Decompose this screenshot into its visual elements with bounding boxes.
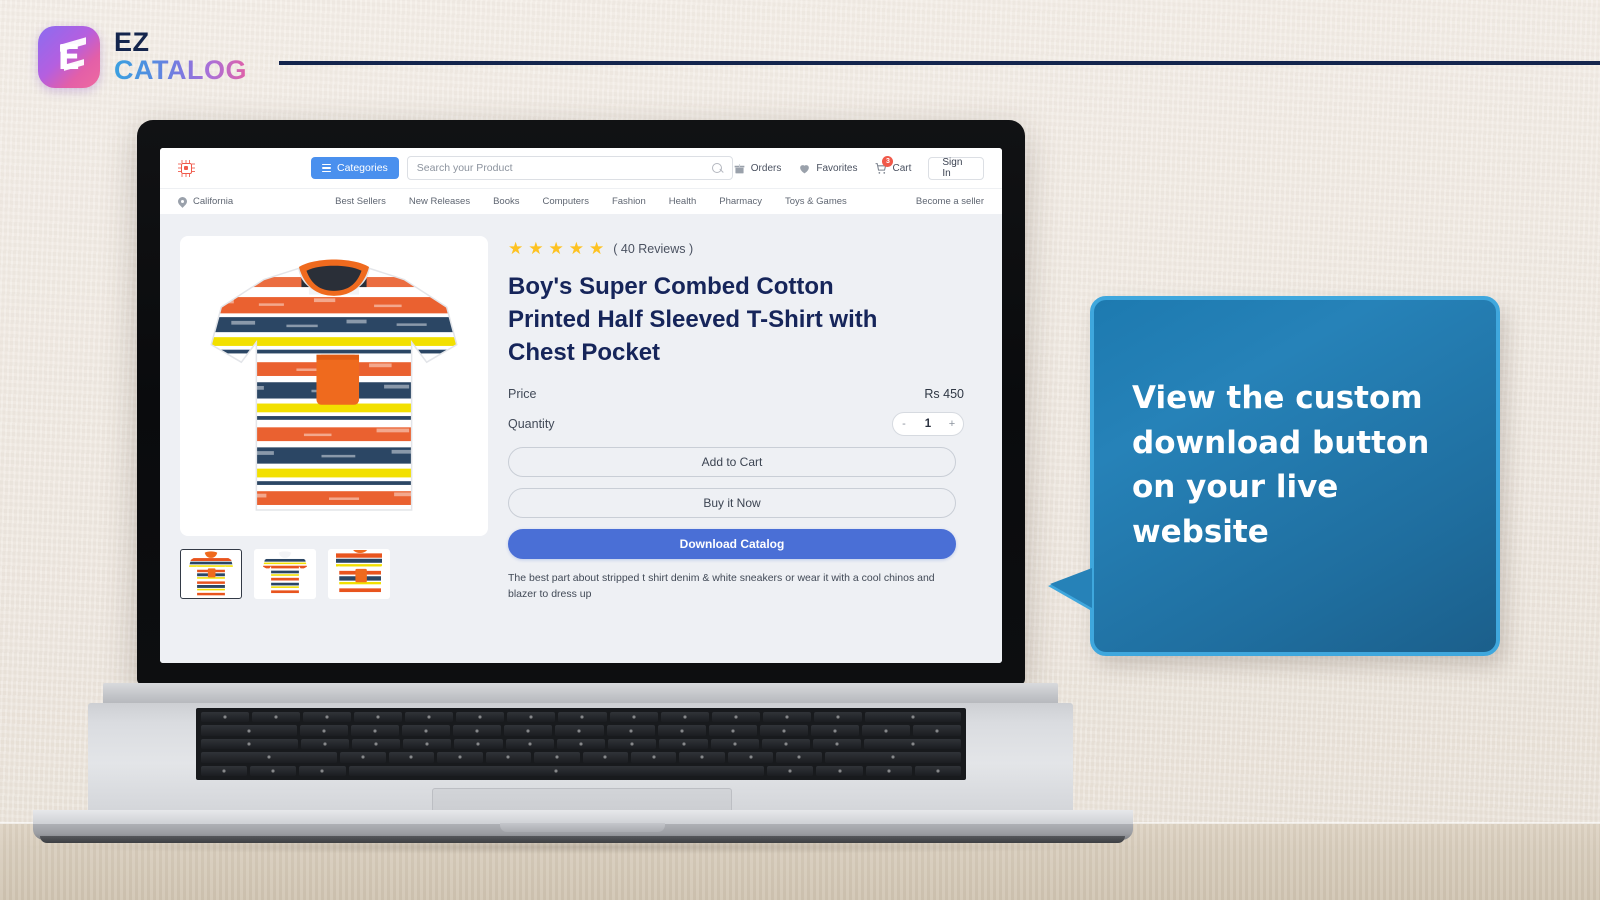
orders-box-icon bbox=[733, 162, 746, 175]
rating-row: ★ ★ ★ ★ ★ ( 40 Reviews ) bbox=[508, 240, 982, 257]
site-subnav: California Best Sellers New Releases Boo… bbox=[160, 188, 1002, 214]
price-value: Rs 450 bbox=[924, 386, 964, 401]
star-rating[interactable]: ★ ★ ★ ★ ★ bbox=[508, 240, 604, 257]
laptop-lid: Categories Orders bbox=[137, 120, 1025, 685]
hamburger-icon bbox=[322, 163, 331, 173]
subnav-item-fashion[interactable]: Fashion bbox=[612, 196, 646, 207]
laptop-mockup: Categories Orders bbox=[0, 117, 1160, 854]
callout-bubble-tail bbox=[1050, 568, 1092, 608]
favorites-label: Favorites bbox=[816, 162, 858, 174]
mark-glyph: E bbox=[57, 38, 81, 78]
search-input[interactable] bbox=[416, 162, 712, 174]
keyboard-row bbox=[201, 712, 961, 723]
brand-catalog-text: CATALOG bbox=[114, 55, 247, 85]
categories-button[interactable]: Categories bbox=[311, 157, 399, 179]
product-description: The best part about stripped t shirt den… bbox=[508, 571, 935, 600]
callout-annotation: View the custom download button on your … bbox=[1050, 296, 1500, 656]
star-icon: ★ bbox=[528, 239, 544, 258]
callout-text: View the custom download button on your … bbox=[1132, 380, 1430, 550]
product-main-image[interactable] bbox=[180, 236, 488, 536]
subnav-item-best-sellers[interactable]: Best Sellers bbox=[335, 196, 386, 207]
header-actions: Orders Favorites 3 Cart Sign In bbox=[733, 155, 984, 180]
subnav-item-new-releases[interactable]: New Releases bbox=[409, 196, 470, 207]
download-catalog-button[interactable]: Download Catalog bbox=[508, 528, 956, 559]
orders-action[interactable]: Orders bbox=[733, 162, 782, 175]
site-header: Categories Orders bbox=[160, 148, 1002, 188]
star-icon: ★ bbox=[568, 239, 584, 258]
keyboard-row bbox=[201, 752, 961, 763]
price-row: Price Rs 450 bbox=[508, 387, 982, 401]
star-icon: ★ bbox=[589, 239, 605, 258]
quantity-increase-button[interactable]: + bbox=[941, 413, 963, 435]
product-title: Boy's Super Combed Cotton Printed Half S… bbox=[508, 273, 878, 366]
brand-logo: E EZ CATALOG bbox=[38, 26, 247, 88]
laptop-hinge bbox=[103, 683, 1058, 705]
cart-badge: 3 bbox=[882, 155, 894, 167]
quantity-label: Quantity bbox=[508, 416, 555, 431]
subnav-links: Best Sellers New Releases Books Computer… bbox=[335, 196, 847, 207]
cart-action[interactable]: 3 Cart bbox=[874, 155, 912, 175]
heart-icon bbox=[798, 162, 811, 175]
location-pin-icon bbox=[178, 197, 187, 206]
laptop-floor-shadow bbox=[26, 840, 1138, 854]
thumbnail-detail[interactable] bbox=[328, 549, 390, 599]
browser-screen: Categories Orders bbox=[160, 148, 1002, 663]
quantity-stepper[interactable]: - 1 + bbox=[892, 411, 964, 436]
subnav-item-toys-games[interactable]: Toys & Games bbox=[785, 196, 847, 207]
keyboard-row bbox=[201, 725, 961, 736]
thumbnail-back[interactable] bbox=[254, 549, 316, 599]
location-label: California bbox=[193, 196, 234, 207]
brand-ez-text: EZ bbox=[114, 27, 150, 58]
header-divider-rule bbox=[279, 61, 1600, 65]
chip-body bbox=[181, 162, 192, 174]
add-to-cart-button[interactable]: Add to Cart bbox=[508, 446, 956, 477]
reviews-count[interactable]: ( 40 Reviews ) bbox=[613, 242, 693, 256]
product-gallery bbox=[180, 236, 488, 663]
subnav-item-books[interactable]: Books bbox=[493, 196, 519, 207]
quantity-value: 1 bbox=[924, 417, 932, 430]
thumbnail-front-pocket[interactable] bbox=[180, 549, 242, 599]
sign-in-button[interactable]: Sign In bbox=[928, 156, 984, 180]
thumbnail-strip bbox=[180, 549, 488, 599]
cart-label: Cart bbox=[892, 162, 912, 174]
become-a-seller-link[interactable]: Become a seller bbox=[916, 196, 984, 207]
laptop-keyboard bbox=[196, 708, 966, 780]
search-bar[interactable] bbox=[406, 156, 733, 180]
keyboard-row bbox=[201, 738, 961, 750]
subnav-item-computers[interactable]: Computers bbox=[542, 196, 588, 207]
keyboard-row bbox=[201, 765, 961, 777]
product-info: ★ ★ ★ ★ ★ ( 40 Reviews ) Boy's Super Com… bbox=[508, 236, 982, 663]
orders-label: Orders bbox=[750, 162, 782, 174]
subnav-item-health[interactable]: Health bbox=[669, 196, 696, 207]
quantity-decrease-button[interactable]: - bbox=[893, 413, 915, 435]
quantity-row: Quantity - 1 + bbox=[508, 411, 982, 436]
price-label: Price bbox=[508, 386, 537, 401]
subnav-item-pharmacy[interactable]: Pharmacy bbox=[719, 196, 762, 207]
buy-it-now-button[interactable]: Buy it Now bbox=[508, 487, 956, 518]
chip-logo-icon[interactable] bbox=[178, 159, 195, 177]
cart-icon: 3 bbox=[874, 155, 894, 175]
brand-wordmark: EZ CATALOG bbox=[114, 29, 247, 84]
star-icon: ★ bbox=[508, 239, 524, 258]
star-icon: ★ bbox=[548, 239, 564, 258]
categories-button-label: Categories bbox=[337, 162, 388, 174]
location-selector[interactable]: California bbox=[178, 196, 233, 207]
ez-catalog-mark-icon: E bbox=[38, 26, 100, 88]
favorites-action[interactable]: Favorites bbox=[798, 162, 857, 175]
laptop-front-notch bbox=[500, 823, 665, 832]
search-icon[interactable] bbox=[711, 162, 723, 174]
product-detail: ★ ★ ★ ★ ★ ( 40 Reviews ) Boy's Super Com… bbox=[160, 214, 1002, 663]
